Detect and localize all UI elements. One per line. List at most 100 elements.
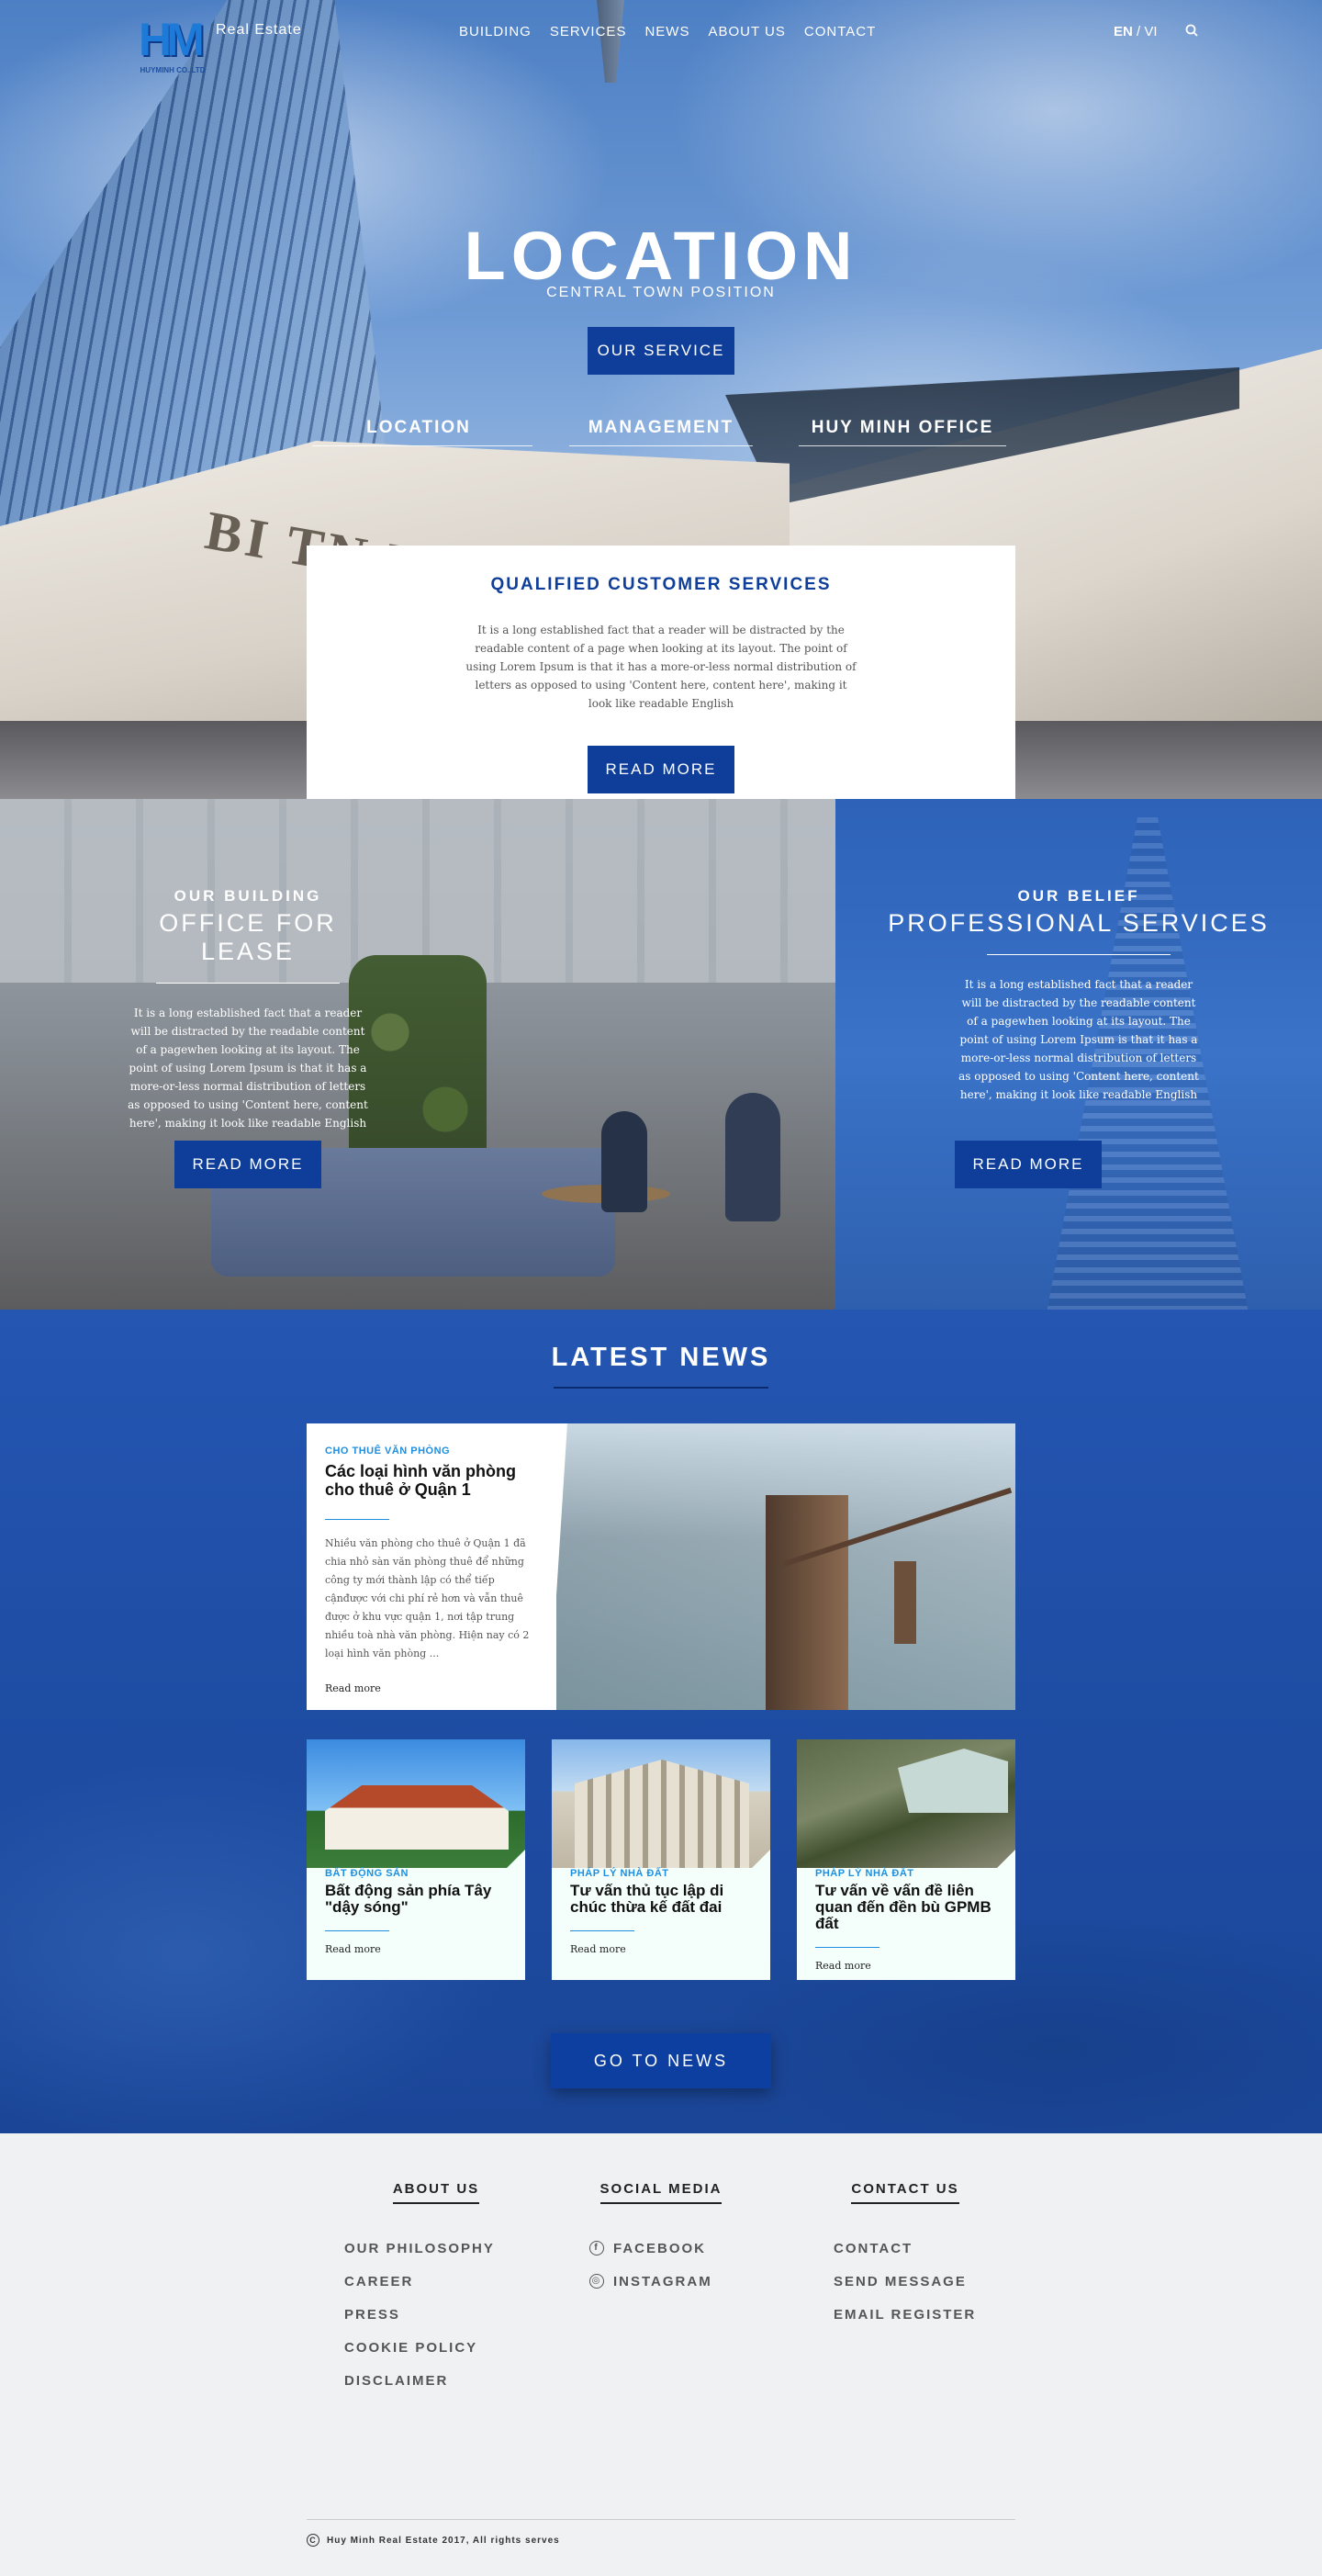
footer-social-title: SOCIAL MEDIA [599,2181,723,2204]
footer-link-career[interactable]: CAREER [344,2265,528,2298]
footer-social-title-text: SOCIAL MEDIA [599,2181,723,2197]
footer-divider [307,2519,1015,2520]
footer-about-title: ABOUT US [392,2181,480,2204]
featured-read-more-link[interactable]: Read more [325,1682,381,1694]
footer-heading-underline [599,2202,723,2204]
latest-news-title: LATEST NEWS [551,1343,771,1372]
go-to-news-button[interactable]: GO TO NEWS [551,2033,771,2088]
qualified-read-more-button[interactable]: READ MORE [588,746,734,793]
professional-services-text: OUR BELIEF PROFESSIONAL SERVICES It is a… [863,887,1294,1104]
copyright-text: Huy Minh Real Estate 2017, All rights se… [327,2535,560,2546]
latest-news-underline [554,1387,768,1389]
news-card[interactable]: PHÁP LÝ NHÀ ĐẤT Tư vấn thủ tục lập di ch… [552,1739,770,1980]
nav-about-us[interactable]: ABOUT US [708,24,785,39]
news-card-text: PHÁP LÝ NHÀ ĐẤT Tư vấn về vấn đề liên qu… [815,1868,1003,1974]
nav-services[interactable]: SERVICES [550,24,627,39]
hero-tab-huy-minh-office[interactable]: HUY MINH OFFICE [808,418,997,438]
office-kicker: OUR BUILDING [174,887,322,905]
lang-separator: / [1132,24,1145,39]
hero-tab-management[interactable]: MANAGEMENT [586,418,736,438]
footer-link-disclaimer[interactable]: DISCLAIMER [344,2364,528,2397]
lang-en[interactable]: EN [1114,24,1133,39]
footer: ABOUT US OUR PHILOSOPHY CAREER PRESS COO… [0,2133,1322,2576]
footer-link-press[interactable]: PRESS [344,2298,528,2331]
news-card-image [552,1739,770,1868]
footer-contact-links: CONTACT SEND MESSAGE EMAIL REGISTER [834,2232,977,2331]
news-divider [815,1947,879,1948]
services-read-more-button[interactable]: READ MORE [955,1141,1102,1188]
footer-heading-underline [392,2202,480,2204]
hero-tab-underline [799,445,1006,446]
footer-about-links: OUR PHILOSOPHY CAREER PRESS COOKIE POLIC… [344,2232,528,2397]
news-category[interactable]: BẤT ĐỘNG SẢN [325,1868,513,1879]
lang-vi[interactable]: VI [1144,24,1157,39]
news-card[interactable]: BẤT ĐỘNG SẢN Bất động sản phía Tây "dậy … [307,1739,525,1980]
office-read-more-button[interactable]: READ MORE [174,1141,321,1188]
footer-link-instagram[interactable]: ◎ INSTAGRAM [589,2265,733,2298]
footer-heading-wrap: ABOUT US [344,2181,528,2204]
nav-contact[interactable]: CONTACT [804,24,876,39]
news-headline[interactable]: Các loại hình văn phòng cho thuê ở Quận … [325,1462,536,1499]
news-category[interactable]: CHO THUÊ VĂN PHÒNG [325,1445,536,1457]
services-kicker: OUR BELIEF [1017,887,1140,905]
main-nav: BUILDING SERVICES NEWS ABOUT US CONTACT [459,24,876,39]
footer-contact-title-text: CONTACT US [851,2181,959,2197]
hero-tab-underline [312,445,532,446]
news-card-text: BẤT ĐỘNG SẢN Bất động sản phía Tây "dậy … [325,1868,513,1957]
footer-about-title-text: ABOUT US [392,2181,480,2197]
instagram-icon: ◎ [589,2274,604,2289]
top-navbar: HM HUYMINH CO.,LTD Real Estate BUILDING … [0,0,1322,74]
news-headline[interactable]: Bất động sản phía Tây "dậy sóng" [325,1883,513,1916]
news-divider [325,1930,389,1931]
nav-building[interactable]: BUILDING [459,24,532,39]
hero-title: LOCATION [464,218,858,294]
image-skyscraper [766,1495,848,1710]
news-card-text: PHÁP LÝ NHÀ ĐẤT Tư vấn thủ tục lập di ch… [570,1868,758,1957]
footer-heading-wrap: CONTACT US [834,2181,977,2204]
office-divider [156,983,340,984]
news-headline[interactable]: Tư vấn về vấn đề liên quan đến đền bù GP… [815,1883,1003,1932]
qualified-services-card: QUALIFIED CUSTOMER SERVICES It is a long… [307,546,1015,799]
copyright-icon: C [307,2534,319,2547]
news-headline[interactable]: Tư vấn thủ tục lập di chúc thừa kế đất đ… [570,1883,758,1916]
services-divider [987,954,1171,955]
qualified-services-title: QUALIFIED CUSTOMER SERVICES [490,575,832,594]
news-excerpt: Nhiều văn phòng cho thuê ở Quận 1 đã chi… [325,1537,530,1659]
hero-section: BI TN TOV HM HUYMINH CO.,LTD Real Estate… [0,0,1322,799]
professional-services-panel: OUR BELIEF PROFESSIONAL SERVICES It is a… [835,799,1322,1310]
featured-news-card[interactable]: CHO THUÊ VĂN PHÒNG Các loại hình văn phò… [307,1423,1015,1710]
news-read-more-link[interactable]: Read more [815,1960,871,1972]
footer-heading-underline [851,2202,959,2204]
logo[interactable]: HM HUYMINH CO.,LTD [133,13,212,77]
logo-mark: HM [139,14,205,65]
features-section: OUR BUILDING OFFICE FOR LEASE It is a lo… [0,799,1322,1310]
office-for-lease-panel: OUR BUILDING OFFICE FOR LEASE It is a lo… [0,799,835,1310]
news-card[interactable]: PHÁP LÝ NHÀ ĐẤT Tư vấn về vấn đề liên qu… [797,1739,1015,1980]
services-title: PROFESSIONAL SERVICES [888,909,1270,937]
hero-tab-underline [569,445,753,446]
language-switch: EN / VI [1114,24,1158,39]
search-icon[interactable] [1185,24,1198,37]
news-category[interactable]: PHÁP LÝ NHÀ ĐẤT [570,1868,758,1879]
office-for-lease-text: OUR BUILDING OFFICE FOR LEASE It is a lo… [119,887,376,1132]
news-category[interactable]: PHÁP LÝ NHÀ ĐẤT [815,1868,1003,1879]
footer-link-facebook[interactable]: f FACEBOOK [589,2232,733,2265]
nav-news[interactable]: NEWS [644,24,689,39]
footer-link-send-message[interactable]: SEND MESSAGE [834,2265,977,2298]
footer-heading-wrap: SOCIAL MEDIA [589,2181,733,2204]
news-read-more-link[interactable]: Read more [570,1943,626,1955]
footer-social-column: SOCIAL MEDIA f FACEBOOK ◎ INSTAGRAM [589,2181,733,2298]
footer-link-cookie-policy[interactable]: COOKIE POLICY [344,2331,528,2364]
hero-tab-location[interactable]: LOCATION [365,418,472,438]
news-read-more-link[interactable]: Read more [325,1943,381,1955]
image-bridge-tower [894,1561,916,1644]
footer-link-email-register[interactable]: EMAIL REGISTER [834,2298,977,2331]
facebook-icon: f [589,2241,604,2255]
footer-link-our-philosophy[interactable]: OUR PHILOSOPHY [344,2232,528,2265]
hero-subtitle: CENTRAL TOWN POSITION [546,285,776,300]
news-divider [570,1930,634,1931]
footer-link-contact[interactable]: CONTACT [834,2232,977,2265]
instagram-label: INSTAGRAM [613,2273,712,2289]
our-service-button[interactable]: OUR SERVICE [588,327,734,375]
news-card-image [307,1739,525,1868]
